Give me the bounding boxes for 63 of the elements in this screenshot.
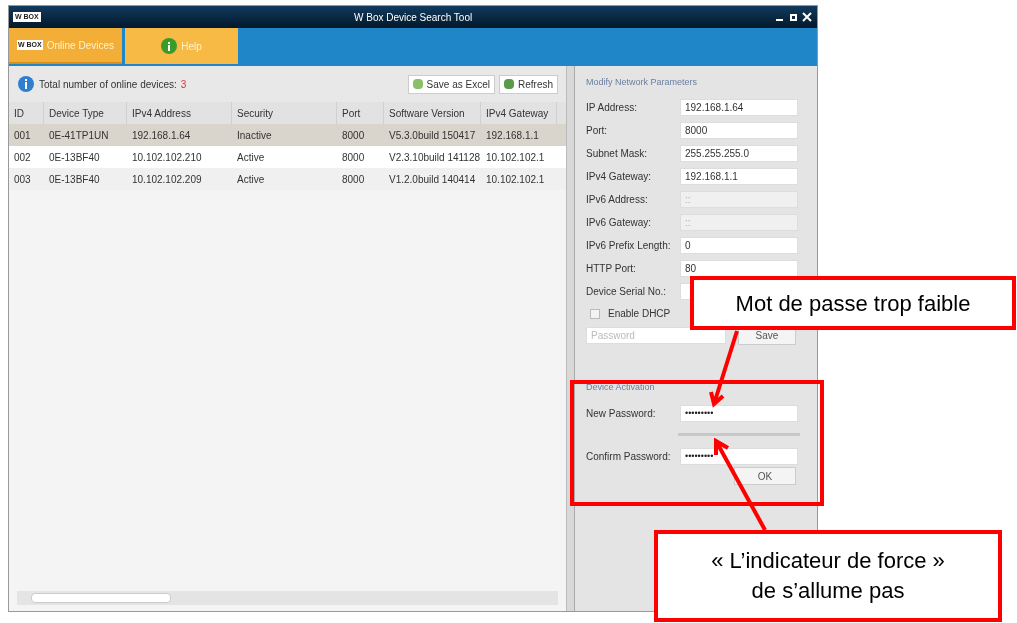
password-field[interactable]: ••••••••• — [680, 404, 798, 422]
table-cell-text: 0E-41TP1UN — [48, 128, 110, 143]
table-cell-text: 002 — [13, 150, 32, 165]
password-field[interactable]: Password — [586, 327, 726, 344]
field-label: Subnet Mask: — [586, 146, 649, 161]
toolbar-button[interactable]: Save as Excel — [407, 74, 495, 94]
table-cell-text: 8000 — [341, 172, 366, 187]
input-field[interactable]: 192.168.1.64 — [680, 98, 798, 116]
input-field[interactable]: 255.255.255.0 — [680, 144, 798, 162]
table-cell-text: 192.168.1.64 — [131, 128, 192, 143]
input-field[interactable]: 80 — [680, 259, 798, 277]
table-cell-text: 8000 — [341, 128, 366, 143]
callout-tooltip: Mot de passe trop faible — [690, 276, 1016, 330]
table-cell-text: Inactive — [236, 128, 273, 143]
table-cell-text: V5.3.0build 150417 — [388, 128, 477, 143]
table-cell-text: 001 — [13, 128, 32, 143]
table-row[interactable]: 001 0E-41TP1UN 192.168.1.64 Inactive 8000 V5.3.0build 150417 192.168.1.1 — [9, 124, 566, 146]
field-label: IP Address: — [586, 100, 638, 115]
input-field[interactable]: 8000 — [680, 121, 798, 139]
info-icon — [17, 75, 35, 93]
callout: « L’indicateur de force » de s’allume pas — [654, 530, 1002, 622]
table-cell-text: 10.102.102.210 — [131, 150, 203, 165]
table-cell-text: V2.3.10build 141128 — [388, 150, 481, 165]
spreadsheet-icon — [412, 79, 423, 89]
field-label: New Password: — [586, 406, 657, 421]
toolbar-button[interactable]: Refresh — [499, 74, 558, 94]
table-cell-text: 0E-13BF40 — [48, 150, 101, 165]
table-cell-text: 10.102.102.1 — [485, 150, 546, 165]
device-count: 3 — [180, 77, 187, 92]
table-cell-text: 10.102.102.209 — [131, 172, 203, 187]
checkbox[interactable] — [590, 308, 600, 319]
table-cell-text: Active — [236, 172, 266, 187]
field-label: IPv6 Address: — [586, 192, 649, 207]
input-field[interactable]: 192.168.1.1 — [680, 167, 798, 185]
table-cell-text: V1.2.0build 140414 — [388, 172, 477, 187]
horizontal-scrollbar[interactable] — [17, 591, 558, 605]
section-title: Modify Network Parameters — [586, 76, 699, 89]
checkbox-label: Enable DHCP — [608, 307, 671, 321]
maximize-icon[interactable] — [787, 11, 799, 23]
field-label: IPv4 Gateway: — [586, 169, 653, 184]
table-cell-text: 10.102.102.1 — [485, 172, 546, 187]
close-icon[interactable] — [801, 11, 813, 23]
window-title: W Box Device Search Tool — [354, 10, 473, 25]
field-label: Confirm Password: — [586, 449, 672, 464]
info-icon — [161, 38, 178, 54]
password-field[interactable]: ••••••••• — [680, 447, 798, 465]
table-cell-text: 003 — [13, 172, 32, 187]
field-label: HTTP Port: — [586, 261, 637, 276]
field-label: Device Serial No.: — [586, 284, 668, 299]
refresh-icon — [504, 79, 514, 89]
ok-button[interactable]: OK — [734, 467, 796, 485]
table-row[interactable]: 003 0E-13BF40 10.102.102.209 Active 8000 V1.2.0build 140414 10.102.102.1 — [9, 168, 566, 190]
table-cell-text: Active — [236, 150, 266, 165]
table-cell-text: 8000 — [341, 150, 366, 165]
input-field[interactable]: 0 — [680, 236, 798, 254]
field-label: Port: — [586, 123, 609, 138]
field-label: IPv6 Gateway: — [586, 215, 653, 230]
device-count-label: Total number of online devices: — [39, 77, 177, 92]
table-row[interactable]: 002 0E-13BF40 10.102.102.210 Active 8000 V2.3.10build 141128 10.102.102.1 — [9, 146, 566, 168]
section-title: Device Activation — [586, 380, 656, 394]
table-cell-text: 192.168.1.1 — [485, 128, 540, 143]
table-cell-text: 0E-13BF40 — [48, 172, 101, 187]
field-label: IPv6 Prefix Length: — [586, 238, 672, 253]
